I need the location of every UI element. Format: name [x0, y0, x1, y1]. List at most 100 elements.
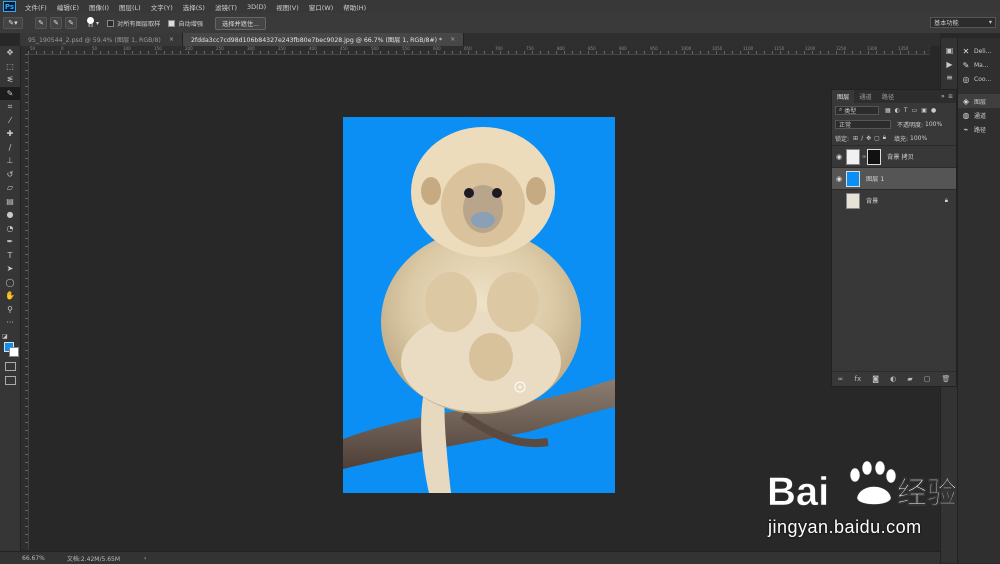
menu-filter[interactable]: 滤镜(T) — [210, 2, 242, 12]
menu-type[interactable]: 文字(Y) — [146, 2, 178, 12]
clone-stamp-tool-icon[interactable]: ⊥ — [0, 154, 20, 168]
zoom-level[interactable]: 66.67% — [22, 555, 45, 562]
eye-icon[interactable]: ◉ — [832, 153, 846, 161]
select-and-mask-button[interactable]: 选择并遮住... — [215, 16, 266, 30]
subtract-selection-button[interactable]: ✎ — [65, 17, 77, 29]
layer-row[interactable]: 背景 🔒︎ — [832, 189, 956, 211]
menu-image[interactable]: 图像(I) — [84, 2, 114, 12]
chevron-right-icon[interactable]: › — [144, 555, 146, 562]
group-folder-icon[interactable]: ▰ — [907, 375, 912, 383]
menu-bar: Ps 文件(F) 编辑(E) 图像(I) 图层(L) 文字(Y) 选择(S) 滤… — [0, 0, 1000, 13]
move-tool-icon[interactable]: ✥ — [0, 46, 20, 60]
adjustment-layer-icon[interactable]: ◐ — [890, 375, 896, 383]
ellipse-tool-icon[interactable]: ◯ — [0, 276, 20, 290]
sample-all-layers-checkbox[interactable] — [107, 19, 115, 27]
eraser-tool-icon[interactable]: ▱ — [0, 181, 20, 195]
play-actions-icon[interactable]: ▶ — [941, 58, 958, 72]
auto-enhance-checkbox[interactable] — [168, 19, 176, 27]
workspace-switcher[interactable]: 基本功能 ▾ — [930, 17, 996, 28]
menu-select[interactable]: 选择(S) — [178, 2, 210, 12]
lock-artboard-icon[interactable]: ▢ — [874, 135, 880, 142]
lock-brush-icon[interactable]: ∕ — [861, 135, 863, 142]
quick-selection-tool-icon[interactable]: ✎ — [0, 86, 20, 100]
menu-window[interactable]: 窗口(W) — [304, 2, 339, 12]
crop-tool-icon[interactable]: ⌗ — [0, 100, 20, 114]
add-mask-icon[interactable]: ◙ — [872, 375, 879, 383]
layer-row[interactable]: ◉ 图层 1 — [832, 167, 956, 189]
document-canvas[interactable] — [343, 117, 615, 493]
tab-layers[interactable]: 图层 — [832, 90, 855, 103]
new-layer-icon[interactable]: ▢ — [924, 375, 931, 383]
menu-3d[interactable]: 3D(D) — [242, 3, 271, 11]
dock-item-paths[interactable]: ⌁ 路径 — [958, 122, 1000, 136]
filter-toggle-icon[interactable]: ● — [931, 107, 936, 114]
tab-channels[interactable]: 通道 — [854, 90, 876, 103]
eye-icon[interactable]: ◉ — [832, 175, 846, 183]
menu-help[interactable]: 帮助(H) — [338, 2, 371, 12]
brush-dropdown-icon[interactable]: ▾ — [96, 20, 99, 27]
layer-filter-select[interactable]: ⌕ 类型 — [835, 105, 879, 115]
link-layers-icon[interactable]: ∞ — [838, 375, 844, 383]
ruler-number: 700 — [495, 46, 503, 51]
filter-shape-icon[interactable]: ▭ — [912, 107, 918, 114]
tab-document-1[interactable]: 95_190544_2.psd @ 59.4% (图层 1, RGB/8) × — [20, 33, 183, 46]
dock-item-channels[interactable]: ◍ 通道 — [958, 108, 1000, 122]
history-icon[interactable]: ▣ — [941, 44, 958, 58]
dock-item-ma[interactable]: ✎ Ma... — [958, 58, 1000, 72]
menu-edit[interactable]: 编辑(E) — [52, 2, 84, 12]
brush-tool-icon[interactable]: ∕ — [0, 141, 20, 155]
dock-item-layers[interactable]: ◈ 图层 — [958, 94, 1000, 108]
filter-pixel-icon[interactable]: ▦ — [885, 107, 891, 114]
quick-mask-icon[interactable] — [5, 362, 16, 371]
trash-icon[interactable]: 🗑︎ — [941, 375, 950, 383]
new-selection-button[interactable]: ✎ — [35, 17, 47, 29]
fx-icon[interactable]: fx — [854, 375, 861, 383]
lock-pixels-icon[interactable]: ⊞ — [853, 135, 858, 142]
lock-move-icon[interactable]: ✥ — [866, 135, 871, 142]
dock-item-deli[interactable]: ✕ Deli... — [958, 44, 1000, 58]
collapse-icon[interactable]: » — [941, 93, 945, 100]
dock-item-coo[interactable]: ◎ Coo... — [958, 72, 1000, 86]
close-icon[interactable]: × — [169, 36, 174, 43]
menu-file[interactable]: 文件(F) — [20, 2, 52, 12]
more-tools-icon[interactable]: ··· — [0, 316, 20, 330]
screen-mode-icon[interactable] — [5, 376, 16, 385]
tab-document-2[interactable]: 2fdda3cc7cd98d106b84327e243fb80e7bec9028… — [183, 33, 465, 46]
layer-row[interactable]: ◉ ∞ 背景 拷贝 — [832, 145, 956, 167]
properties-icon[interactable]: ≡ — [941, 71, 958, 85]
close-icon[interactable]: × — [450, 36, 455, 43]
ruler-number: 150 — [154, 46, 162, 51]
healing-brush-tool-icon[interactable]: ✚ — [0, 127, 20, 141]
default-colors-icon[interactable]: ◪ — [0, 330, 22, 344]
layer-mask-thumbnail[interactable] — [867, 148, 882, 165]
eyedropper-tool-icon[interactable]: ⁄ — [0, 114, 20, 128]
opacity-input[interactable]: 100% — [925, 121, 942, 128]
menu-view[interactable]: 视图(V) — [271, 2, 304, 12]
path-selection-tool-icon[interactable]: ➤ — [0, 262, 20, 276]
menu-layer[interactable]: 图层(L) — [114, 2, 146, 12]
layer-thumbnail — [846, 170, 860, 187]
filter-adjust-icon[interactable]: ◐ — [895, 107, 900, 114]
pen-tool-icon[interactable]: ✒ — [0, 235, 20, 249]
fill-input[interactable]: 100% — [910, 135, 927, 142]
vertical-ruler[interactable] — [20, 54, 29, 550]
history-brush-tool-icon[interactable]: ↺ — [0, 168, 20, 182]
blend-mode-select[interactable]: 正常 — [835, 119, 891, 129]
lock-all-icon[interactable]: 🔒︎ — [883, 134, 886, 142]
tab-paths[interactable]: 路径 — [877, 90, 899, 103]
dodge-tool-icon[interactable]: ◔ — [0, 222, 20, 236]
filter-type-icon[interactable]: T — [904, 107, 908, 114]
type-tool-icon[interactable]: T — [0, 249, 20, 263]
gradient-tool-icon[interactable]: ▤ — [0, 195, 20, 209]
add-to-selection-button[interactable]: ✎ — [50, 17, 62, 29]
filter-smart-icon[interactable]: ▣ — [921, 107, 927, 114]
hand-tool-icon[interactable]: ✋ — [0, 289, 20, 303]
tool-preset-picker[interactable]: ✎▾ — [3, 17, 23, 29]
zoom-tool-icon[interactable]: ⚲ — [0, 303, 20, 317]
blur-tool-icon[interactable]: ● — [0, 208, 20, 222]
marquee-tool-icon[interactable]: ⬚ — [0, 60, 20, 74]
lasso-tool-icon[interactable]: ᓬ — [0, 73, 20, 87]
panel-menu-icon[interactable]: ≡ — [948, 93, 953, 100]
background-color-swatch[interactable] — [9, 347, 19, 357]
brush-picker[interactable]: 40 — [87, 17, 94, 29]
